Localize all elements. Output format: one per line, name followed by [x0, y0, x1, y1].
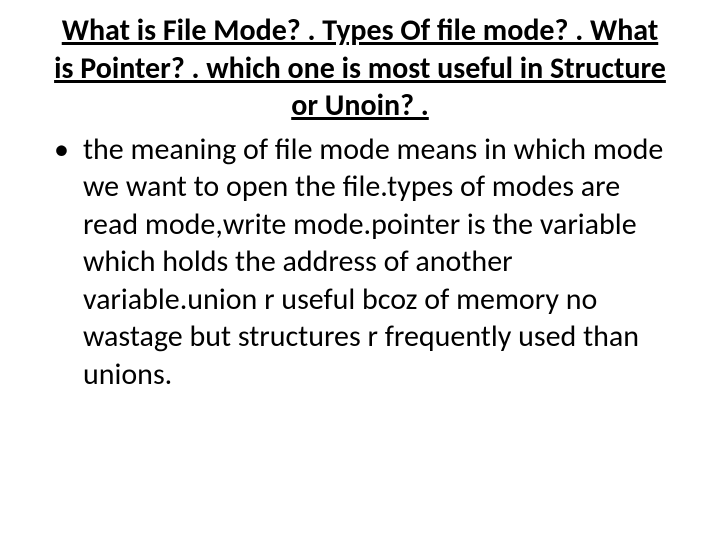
bullet-item: • the meaning of file mode means in whic…	[50, 131, 670, 394]
slide-title: What is File Mode? . Types Of file mode?…	[50, 12, 670, 125]
bullet-marker: •	[54, 131, 69, 169]
bullet-body-text: the meaning of file mode means in which …	[83, 131, 670, 394]
